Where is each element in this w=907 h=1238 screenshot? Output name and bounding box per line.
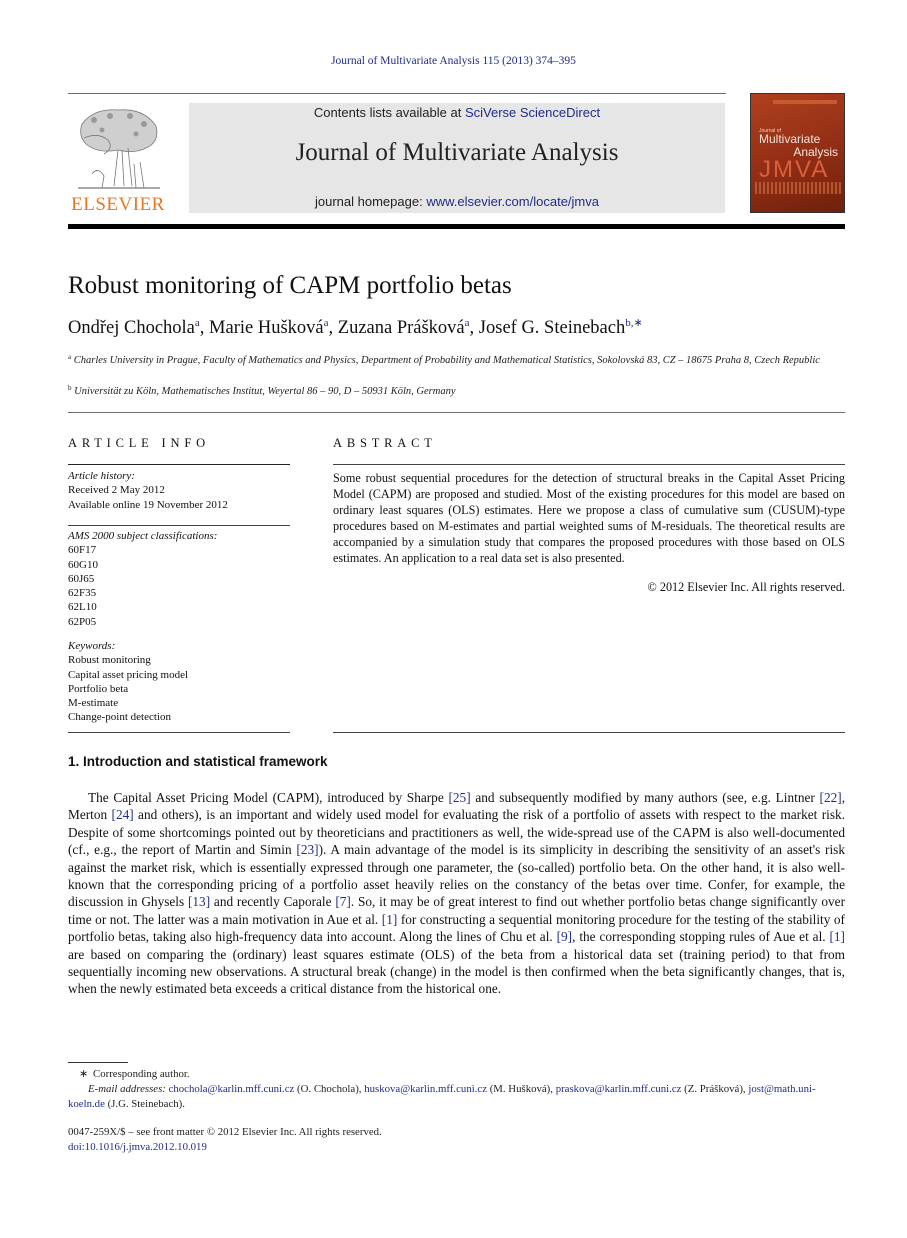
article-history: Article history: Received 2 May 2012 Ava… bbox=[68, 469, 290, 512]
body-text-run: , the corresponding stopping rules of Au… bbox=[572, 929, 830, 945]
header-thick-rule bbox=[68, 224, 845, 229]
cover-top-bar bbox=[773, 100, 837, 104]
ams-classifications: AMS 2000 subject classifications: 60F17 … bbox=[68, 529, 290, 629]
body-text-run: and recently Caporale bbox=[210, 894, 336, 910]
sciencedirect-link[interactable]: SciVerse ScienceDirect bbox=[465, 105, 600, 120]
author[interactable]: Josef G. Steinebachb,∗ bbox=[478, 317, 643, 338]
journal-title: Journal of Multivariate Analysis bbox=[295, 139, 619, 166]
corresponding-author-note: ∗ Corresponding author. bbox=[68, 1067, 848, 1082]
header-top-rule bbox=[68, 93, 726, 94]
elsevier-tree-icon bbox=[78, 109, 160, 189]
citation-link[interactable]: [22] bbox=[820, 790, 842, 805]
journal-cover-image[interactable]: Journal of Multivariate Analysis JMVA bbox=[750, 93, 845, 213]
affiliation-marker[interactable]: b,∗ bbox=[625, 317, 642, 329]
author-name: Zuzana Prášková bbox=[337, 318, 465, 338]
keyword: Change-point detection bbox=[68, 711, 171, 724]
section-heading: 1. Introduction and statistical framewor… bbox=[68, 754, 328, 769]
paper-title: Robust monitoring of CAPM portfolio beta… bbox=[68, 272, 512, 299]
author-list: Ondřej Chocholaa, Marie Huškováa, Zuzana… bbox=[68, 316, 643, 339]
email-owner: (J.G. Steinebach). bbox=[104, 1098, 185, 1110]
citation-link[interactable]: [13] bbox=[188, 894, 210, 909]
cover-abbrev: JMVA bbox=[759, 156, 830, 183]
affiliation-text: Charles University in Prague, Faculty of… bbox=[73, 355, 820, 366]
abstract-rule bbox=[333, 464, 845, 465]
history-label: Article history: bbox=[68, 470, 135, 482]
body-text-run: The Capital Asset Pricing Model (CAPM), … bbox=[88, 790, 449, 805]
elsevier-logo[interactable]: ELSEVIER bbox=[68, 104, 168, 215]
author[interactable]: Marie Huškováa bbox=[209, 317, 328, 338]
author-separator: , bbox=[469, 318, 479, 338]
body-text-run: and subsequently modified by many author… bbox=[470, 790, 820, 805]
homepage-line: journal homepage: www.elsevier.com/locat… bbox=[189, 194, 725, 209]
email-label: E-mail addresses: bbox=[88, 1083, 166, 1095]
ams-code: 62F35 bbox=[68, 587, 97, 600]
doi-link[interactable]: doi:10.1016/j.jmva.2012.10.019 bbox=[68, 1141, 207, 1153]
abstract-text: Some robust sequential procedures for th… bbox=[333, 471, 845, 565]
citation-link[interactable]: [25] bbox=[448, 790, 470, 805]
citation-link[interactable]: [9] bbox=[557, 929, 573, 944]
author-separator: , bbox=[199, 318, 210, 338]
email-addresses: E-mail addresses: chochola@karlin.mff.cu… bbox=[68, 1082, 848, 1112]
cover-title-line1: Multivariate bbox=[759, 132, 821, 146]
email-link[interactable]: praskova@karlin.mff.cuni.cz bbox=[556, 1083, 682, 1095]
journal-banner: Contents lists available at SciVerse Sci… bbox=[189, 103, 725, 213]
contents-prefix: Contents lists available at bbox=[313, 105, 465, 120]
affiliation-text: Universität zu Köln, Mathematisches Inst… bbox=[74, 386, 456, 397]
elsevier-wordmark: ELSEVIER bbox=[71, 194, 165, 215]
citation-link[interactable]: [1] bbox=[829, 929, 845, 944]
citation-link[interactable]: [23] bbox=[296, 842, 318, 857]
keyword: Capital asset pricing model bbox=[68, 668, 189, 681]
keywords: Keywords: Robust monitoring Capital asse… bbox=[68, 639, 290, 725]
keyword: Portfolio beta bbox=[68, 682, 129, 695]
email-owner: (Z. Prášková), bbox=[681, 1083, 749, 1095]
journal-homepage-link[interactable]: www.elsevier.com/locate/jmva bbox=[426, 194, 599, 209]
homepage-prefix: journal homepage: bbox=[315, 194, 427, 209]
affiliation-b: b Universität zu Köln, Mathematisches In… bbox=[68, 381, 848, 399]
email-link[interactable]: huskova@karlin.mff.cuni.cz bbox=[364, 1083, 487, 1095]
ams-code: 60F17 bbox=[68, 544, 97, 557]
ams-label: AMS 2000 subject classifications: bbox=[68, 530, 218, 542]
author-name: Ondřej Chochola bbox=[68, 318, 195, 338]
affiliation-a: a Charles University in Prague, Faculty … bbox=[68, 350, 848, 368]
affiliation-label: b bbox=[68, 384, 72, 392]
ams-code: 62P05 bbox=[68, 615, 97, 628]
corresponding-text: Corresponding author. bbox=[93, 1068, 190, 1080]
abstract-bottom-rule bbox=[333, 732, 845, 733]
affiliation-label: a bbox=[68, 353, 72, 361]
citation-link[interactable]: [24] bbox=[112, 807, 134, 822]
ams-code: 62L10 bbox=[68, 601, 97, 614]
citation-link[interactable]: [7] bbox=[335, 894, 351, 909]
body-paragraph: The Capital Asset Pricing Model (CAPM), … bbox=[68, 789, 845, 998]
keyword: M-estimate bbox=[68, 697, 119, 710]
keywords-label: Keywords: bbox=[68, 640, 116, 652]
contents-line: Contents lists available at SciVerse Sci… bbox=[189, 104, 725, 122]
author-separator: , bbox=[328, 318, 338, 338]
keyword: Robust monitoring bbox=[68, 654, 151, 667]
author[interactable]: Ondřej Chocholaa bbox=[68, 317, 200, 338]
article-info-heading: ARTICLE INFO bbox=[68, 436, 210, 450]
email-owner: (O. Chochola), bbox=[294, 1083, 365, 1095]
email-owner: (M. Hušková), bbox=[487, 1083, 556, 1095]
cover-pattern bbox=[755, 182, 841, 194]
title-block-rule bbox=[68, 412, 845, 413]
citation-link[interactable]: [1] bbox=[382, 912, 398, 927]
ams-code: 60J65 bbox=[68, 572, 95, 585]
history-rule bbox=[68, 525, 290, 526]
available-date: Available online 19 November 2012 bbox=[68, 498, 228, 511]
article-info-rule bbox=[68, 464, 290, 465]
footnote-rule bbox=[68, 1062, 128, 1063]
body-text-run: are based on comparing the (ordinary) le… bbox=[68, 946, 845, 997]
issn-line: 0047-259X/$ – see front matter © 2012 El… bbox=[68, 1126, 382, 1138]
email-link[interactable]: chochola@karlin.mff.cuni.cz bbox=[169, 1083, 295, 1095]
author[interactable]: Zuzana Práškováa bbox=[337, 317, 470, 338]
abstract-heading: ABSTRACT bbox=[333, 436, 437, 450]
author-name: Josef G. Steinebach bbox=[478, 318, 626, 338]
asterisk-marker: ∗ bbox=[78, 1068, 88, 1080]
article-info-bottom-rule bbox=[68, 732, 290, 733]
ams-code: 60G10 bbox=[68, 558, 98, 571]
running-head[interactable]: Journal of Multivariate Analysis 115 (20… bbox=[0, 55, 907, 67]
author-name: Marie Hušková bbox=[209, 318, 324, 338]
abstract-copyright: © 2012 Elsevier Inc. All rights reserved… bbox=[647, 580, 845, 594]
received-date: Received 2 May 2012 bbox=[68, 484, 165, 497]
